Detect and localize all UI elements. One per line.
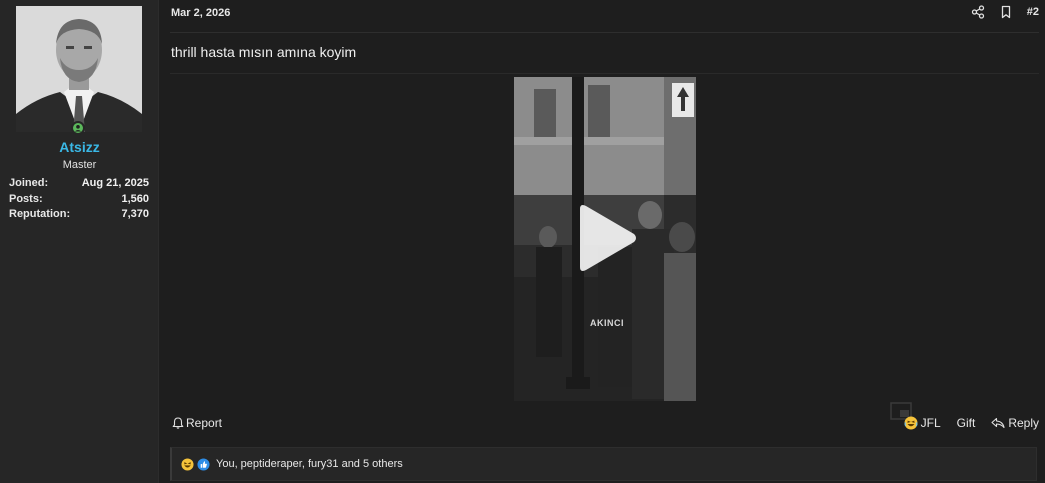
reply-button[interactable]: Reply	[991, 416, 1039, 430]
post-container: Atsizz Master Joined: Aug 21, 2025 Posts…	[0, 0, 1045, 483]
bell-icon	[172, 417, 184, 429]
share-icon[interactable]	[971, 5, 985, 19]
divider	[170, 73, 1039, 74]
username-link[interactable]: Atsizz	[0, 139, 159, 155]
stat-row-joined: Joined: Aug 21, 2025	[9, 176, 149, 192]
header-actions: #2	[971, 5, 1039, 19]
user-title: Master	[62, 159, 97, 171]
react-button[interactable]: JFL	[904, 416, 941, 430]
stat-key: Joined:	[9, 177, 49, 189]
user-sidebar: Atsizz Master Joined: Aug 21, 2025 Posts…	[0, 0, 159, 483]
reactions-bar[interactable]: You, peptideraper, fury31 and 5 others	[170, 447, 1037, 481]
reply-arrow-icon	[991, 417, 1005, 429]
laughing-emoji-icon	[181, 457, 194, 471]
stat-value: 1,560	[121, 192, 149, 205]
react-label: JFL	[920, 416, 941, 430]
post-number-link[interactable]: #2	[1027, 6, 1039, 18]
stat-value: 7,370	[121, 208, 149, 220]
message-body: Mar 2, 2026 #2 thrill hasta mısın amına …	[159, 0, 1045, 483]
stat-key: Posts:	[9, 192, 43, 205]
like-thumb-icon	[197, 457, 210, 471]
stat-key: Reputation:	[9, 208, 71, 220]
bookmark-icon[interactable]	[999, 5, 1013, 19]
avatar[interactable]	[16, 6, 142, 132]
stat-value: Aug 21, 2025	[81, 177, 149, 189]
reactions-summary-link[interactable]: You, peptideraper, fury31 and 5 others	[216, 458, 403, 470]
video-watermark: AKINCI	[590, 318, 624, 328]
user-stats: Joined: Aug 21, 2025 Posts: 1,560 Reputa…	[9, 176, 149, 223]
stat-row-posts: Posts: 1,560	[9, 192, 149, 208]
message-text: thrill hasta mısın amına koyim	[171, 44, 357, 60]
avatar-image	[16, 6, 142, 132]
gift-button[interactable]: Gift	[957, 416, 976, 430]
post-date-link[interactable]: Mar 2, 2026	[171, 7, 230, 19]
stat-row-reputation: Reputation: 7,370	[9, 207, 149, 223]
video-player[interactable]: AKINCI	[514, 77, 696, 401]
laughing-emoji-icon	[904, 416, 918, 430]
message-header: Mar 2, 2026 #2	[170, 0, 1039, 33]
report-button[interactable]: Report	[172, 416, 222, 430]
play-button-icon[interactable]	[576, 203, 638, 273]
message-footer: Report JFL Gift Reply	[170, 412, 1039, 436]
online-status-icon	[71, 121, 85, 135]
report-label: Report	[186, 416, 223, 430]
gift-label: Gift	[956, 416, 976, 430]
reply-label: Reply	[1008, 416, 1039, 430]
footer-actions: JFL Gift Reply	[904, 416, 1039, 430]
